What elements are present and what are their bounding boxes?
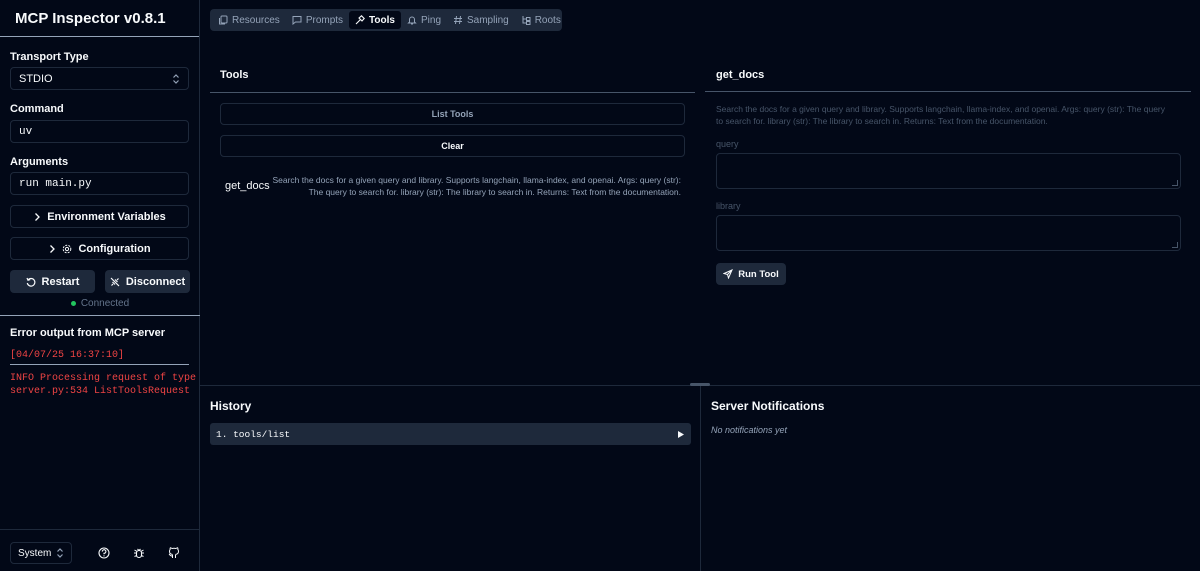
tab-label: Prompts <box>305 14 344 26</box>
transport-type-value: STDIO <box>19 72 53 85</box>
resize-handle[interactable] <box>1172 242 1178 248</box>
transport-type-select[interactable]: STDIO <box>10 67 189 90</box>
theme-select[interactable]: System <box>10 542 72 564</box>
error-timestamp: [04/07/25 16:37:10] <box>10 350 125 361</box>
divider <box>705 91 1191 92</box>
restart-label: Restart <box>41 275 80 288</box>
settings-icon <box>62 244 72 254</box>
query-label: query <box>716 139 739 149</box>
chevrons-up-down-icon <box>56 548 64 558</box>
history-item[interactable]: 1. tools/list <box>210 423 691 445</box>
status-dot <box>70 301 76 306</box>
restart-button[interactable]: Restart <box>10 270 95 293</box>
run-tool-button[interactable]: Run Tool <box>716 263 786 285</box>
disconnect-button[interactable]: Disconnect <box>105 270 190 293</box>
files-icon <box>218 15 228 25</box>
tab-bar: Resources Prompts Tools Ping Sampling Ro… <box>210 9 562 31</box>
divider <box>0 315 200 316</box>
play-icon[interactable] <box>677 430 685 439</box>
environment-variables-button[interactable]: Environment Variables <box>10 205 189 228</box>
divider <box>700 386 701 571</box>
tab-tools[interactable]: Tools <box>349 11 401 29</box>
hash-icon <box>453 15 463 25</box>
notifications-empty-text: No notifications yet <box>711 425 788 435</box>
tab-label: Resources <box>232 14 280 26</box>
command-label: Command <box>10 103 64 115</box>
tab-label: Sampling <box>467 14 509 26</box>
theme-value: System <box>18 547 52 559</box>
arguments-input[interactable]: run main.py <box>10 172 189 195</box>
tool-detail-description-line: Search the docs for a given query and li… <box>716 104 1166 114</box>
app-title: MCP Inspector v0.8.1 <box>0 0 199 37</box>
tool-description-line: Search the docs for a given query and li… <box>272 175 681 185</box>
environment-variables-label: Environment Variables <box>47 210 166 223</box>
unplug-icon <box>110 277 120 287</box>
chevron-right-icon <box>33 212 41 222</box>
arguments-label: Arguments <box>10 156 69 168</box>
tool-detail-description-line: to search for. library (str): The librar… <box>716 116 1048 126</box>
command-input[interactable]: uv <box>10 120 189 143</box>
list-tools-button[interactable]: List Tools <box>220 103 685 125</box>
chevron-right-icon <box>48 244 56 254</box>
github-icon[interactable] <box>168 547 180 559</box>
history-item-label: 1. tools/list <box>216 428 291 440</box>
tab-label: Tools <box>369 14 395 26</box>
query-input[interactable] <box>716 153 1181 189</box>
library-label: library <box>716 201 741 211</box>
divider <box>10 364 189 365</box>
bug-icon[interactable] <box>133 547 145 559</box>
transport-type-label: Transport Type <box>10 51 89 63</box>
tab-resources[interactable]: Resources <box>212 11 286 29</box>
tool-detail-description: Search the docs for a given query and li… <box>716 103 1186 127</box>
tab-roots[interactable]: Roots <box>515 11 567 29</box>
rotate-ccw-icon <box>25 277 36 287</box>
error-line: INFO Processing request of type <box>10 373 197 384</box>
help-icon[interactable] <box>98 547 110 559</box>
tab-label: Roots <box>534 14 561 26</box>
message-square-icon <box>292 15 302 25</box>
tool-description-line: The query to search for. library (str): … <box>308 187 681 197</box>
chevrons-up-down-icon <box>172 73 180 84</box>
error-line: server.py:534 ListToolsRequest <box>10 386 191 397</box>
resize-handle[interactable] <box>1172 180 1178 186</box>
tab-ping[interactable]: Ping <box>401 11 447 29</box>
configuration-label: Configuration <box>78 242 151 255</box>
tab-sampling[interactable]: Sampling <box>447 11 515 29</box>
folder-tree-icon <box>521 15 531 25</box>
library-input[interactable] <box>716 215 1181 251</box>
status-text: Connected <box>80 298 130 309</box>
connection-status: Connected <box>0 298 200 309</box>
tool-description[interactable]: Search the docs for a given query and li… <box>261 174 681 198</box>
divider <box>210 92 695 93</box>
tool-detail-title: get_docs <box>716 69 765 81</box>
bell-icon <box>407 15 417 25</box>
tab-prompts[interactable]: Prompts <box>286 11 349 29</box>
send-icon <box>723 269 734 279</box>
tools-panel-title: Tools <box>220 69 249 81</box>
sidebar-footer: System <box>0 529 200 571</box>
disconnect-label: Disconnect <box>125 275 186 288</box>
history-title: History <box>210 399 252 413</box>
tab-label: Ping <box>420 14 441 26</box>
sidebar: MCP Inspector v0.8.1 Transport Type STDI… <box>0 0 200 571</box>
run-tool-label: Run Tool <box>738 268 779 280</box>
configuration-button[interactable]: Configuration <box>10 237 189 260</box>
clear-button[interactable]: Clear <box>220 135 685 157</box>
error-output-heading: Error output from MCP server <box>10 327 166 339</box>
server-notifications-title: Server Notifications <box>711 399 825 413</box>
hammer-icon <box>355 15 366 25</box>
